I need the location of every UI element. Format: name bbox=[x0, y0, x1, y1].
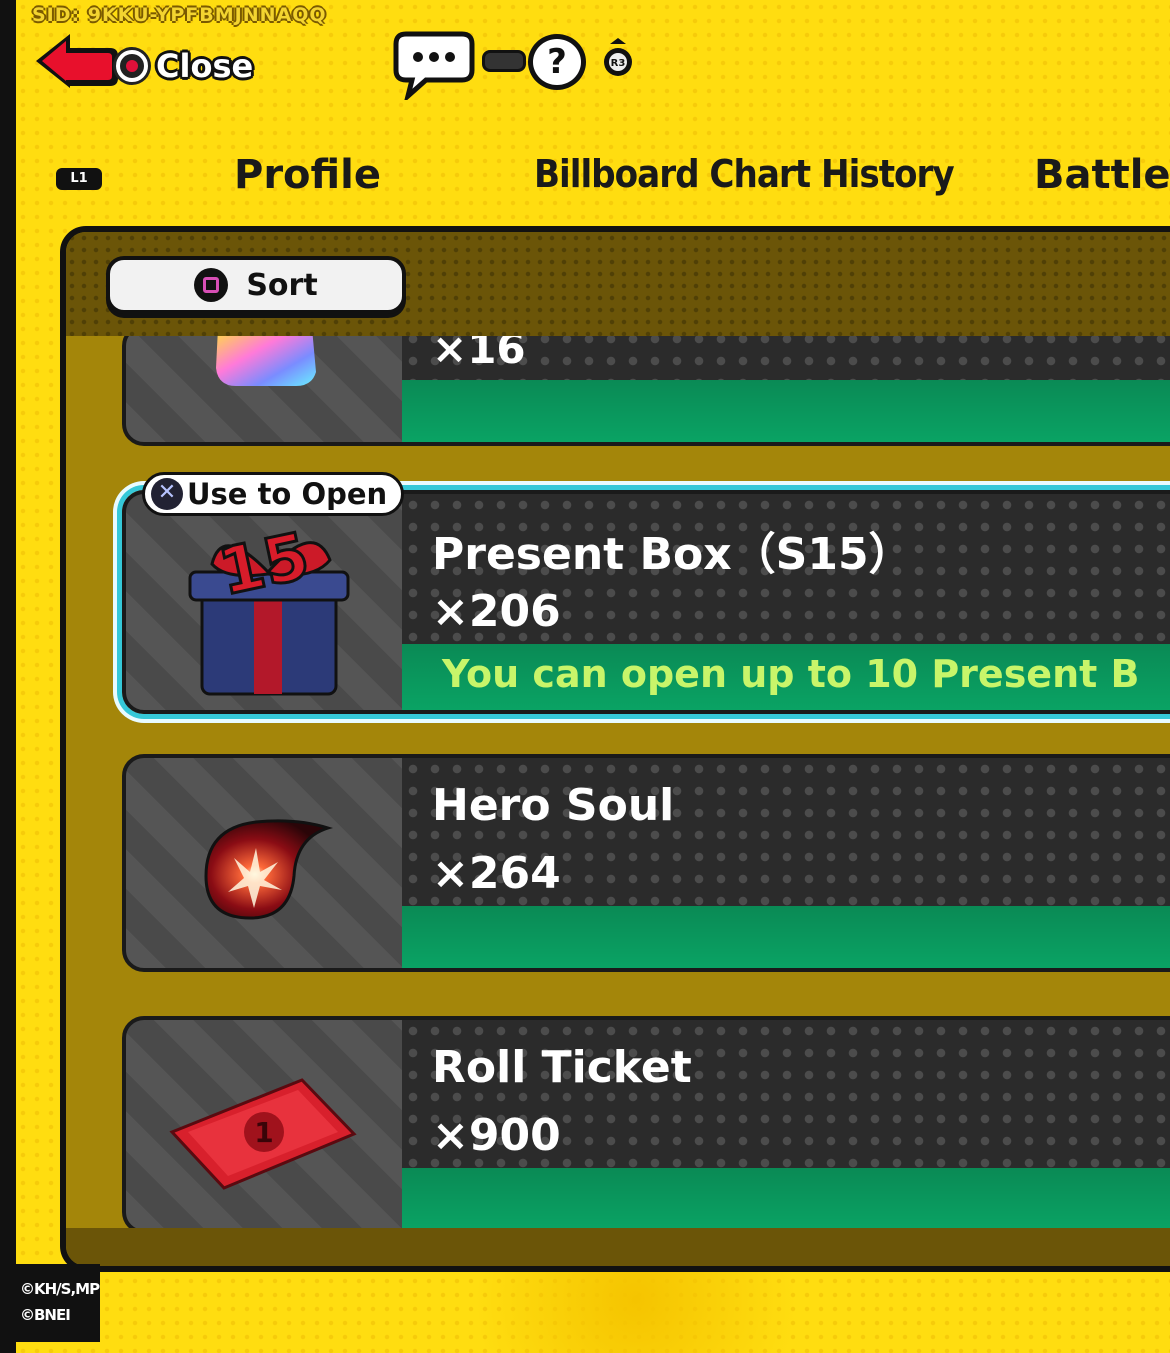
list-item-selected[interactable]: ✕ Use to Open 15 Present Box（S15） ×206 Y… bbox=[122, 472, 1170, 714]
rainbow-gem-icon bbox=[216, 328, 316, 386]
tab-battle[interactable]: Battle bbox=[1034, 152, 1170, 198]
item-info: Roll Ticket ×900 bbox=[402, 1016, 1170, 1234]
help-button[interactable]: ? bbox=[528, 34, 586, 90]
sid-label: SID: 9KKU-YPFBMJNNAQQ bbox=[32, 4, 327, 26]
r3-label: R3 bbox=[611, 58, 626, 69]
roll-ticket-icon: 1 bbox=[169, 1078, 357, 1190]
item-info: Hero Soul ×264 bbox=[402, 754, 1170, 972]
l1-button-icon: L1 bbox=[56, 168, 102, 190]
item-list-panel: ×16 Sort ✕ Use to Open 15 Present Box（S1… bbox=[60, 226, 1170, 1272]
game-screen: SID: 9KKU-YPFBMJNNAQQ Close ? R3 L1 Prof… bbox=[16, 0, 1170, 1353]
chat-bubble-icon[interactable] bbox=[392, 30, 476, 100]
back-arrow-icon[interactable] bbox=[32, 30, 122, 92]
r3-stick-icon: R3 bbox=[604, 38, 632, 76]
hero-soul-icon bbox=[204, 819, 334, 920]
item-thumbnail bbox=[122, 754, 406, 972]
square-button-icon bbox=[194, 268, 229, 302]
cross-button-icon: ✕ bbox=[151, 478, 183, 510]
item-quantity: ×206 bbox=[432, 586, 561, 637]
use-to-open-badge[interactable]: ✕ Use to Open bbox=[142, 472, 405, 516]
circle-button-icon bbox=[116, 50, 148, 82]
present-box-icon: 15 bbox=[188, 518, 350, 696]
sort-button[interactable]: Sort bbox=[106, 256, 406, 314]
item-thumbnail: 15 bbox=[122, 490, 406, 714]
panel-footer bbox=[66, 1228, 1170, 1266]
item-info: ×16 bbox=[402, 324, 1170, 446]
item-name: Present Box（S15） bbox=[432, 529, 913, 580]
item-thumbnail bbox=[122, 324, 406, 446]
close-label: Close bbox=[156, 47, 254, 85]
tab-billboard-chart-history[interactable]: Billboard Chart History bbox=[534, 152, 955, 196]
item-info: Present Box（S15） ×206 You can open up to… bbox=[402, 490, 1170, 714]
item-name: Hero Soul bbox=[432, 780, 675, 831]
touchpad-icon bbox=[482, 50, 526, 72]
sort-label: Sort bbox=[246, 267, 318, 303]
badge-label: Use to Open bbox=[187, 477, 388, 511]
copyright-line-2: ©BNEI bbox=[20, 1306, 71, 1324]
item-thumbnail: 1 bbox=[122, 1016, 406, 1234]
list-item[interactable]: 1 Roll Ticket ×900 bbox=[122, 1016, 1170, 1234]
close-button[interactable]: Close bbox=[116, 44, 253, 88]
tab-profile[interactable]: Profile bbox=[234, 152, 381, 198]
list-item[interactable]: Hero Soul ×264 bbox=[122, 754, 1170, 972]
item-quantity: ×264 bbox=[432, 848, 561, 899]
item-quantity: ×900 bbox=[432, 1110, 561, 1161]
item-name: Roll Ticket bbox=[432, 1042, 692, 1093]
copyright-notice: ©KH/S,MP ©BNEI bbox=[16, 1264, 100, 1342]
list-item[interactable]: ×16 bbox=[122, 324, 1170, 446]
copyright-line-1: ©KH/S,MP bbox=[20, 1280, 100, 1298]
svg-text:1: 1 bbox=[254, 1116, 273, 1149]
panel-header: Sort bbox=[66, 232, 1170, 336]
item-note: You can open up to 10 Present B bbox=[442, 652, 1140, 696]
